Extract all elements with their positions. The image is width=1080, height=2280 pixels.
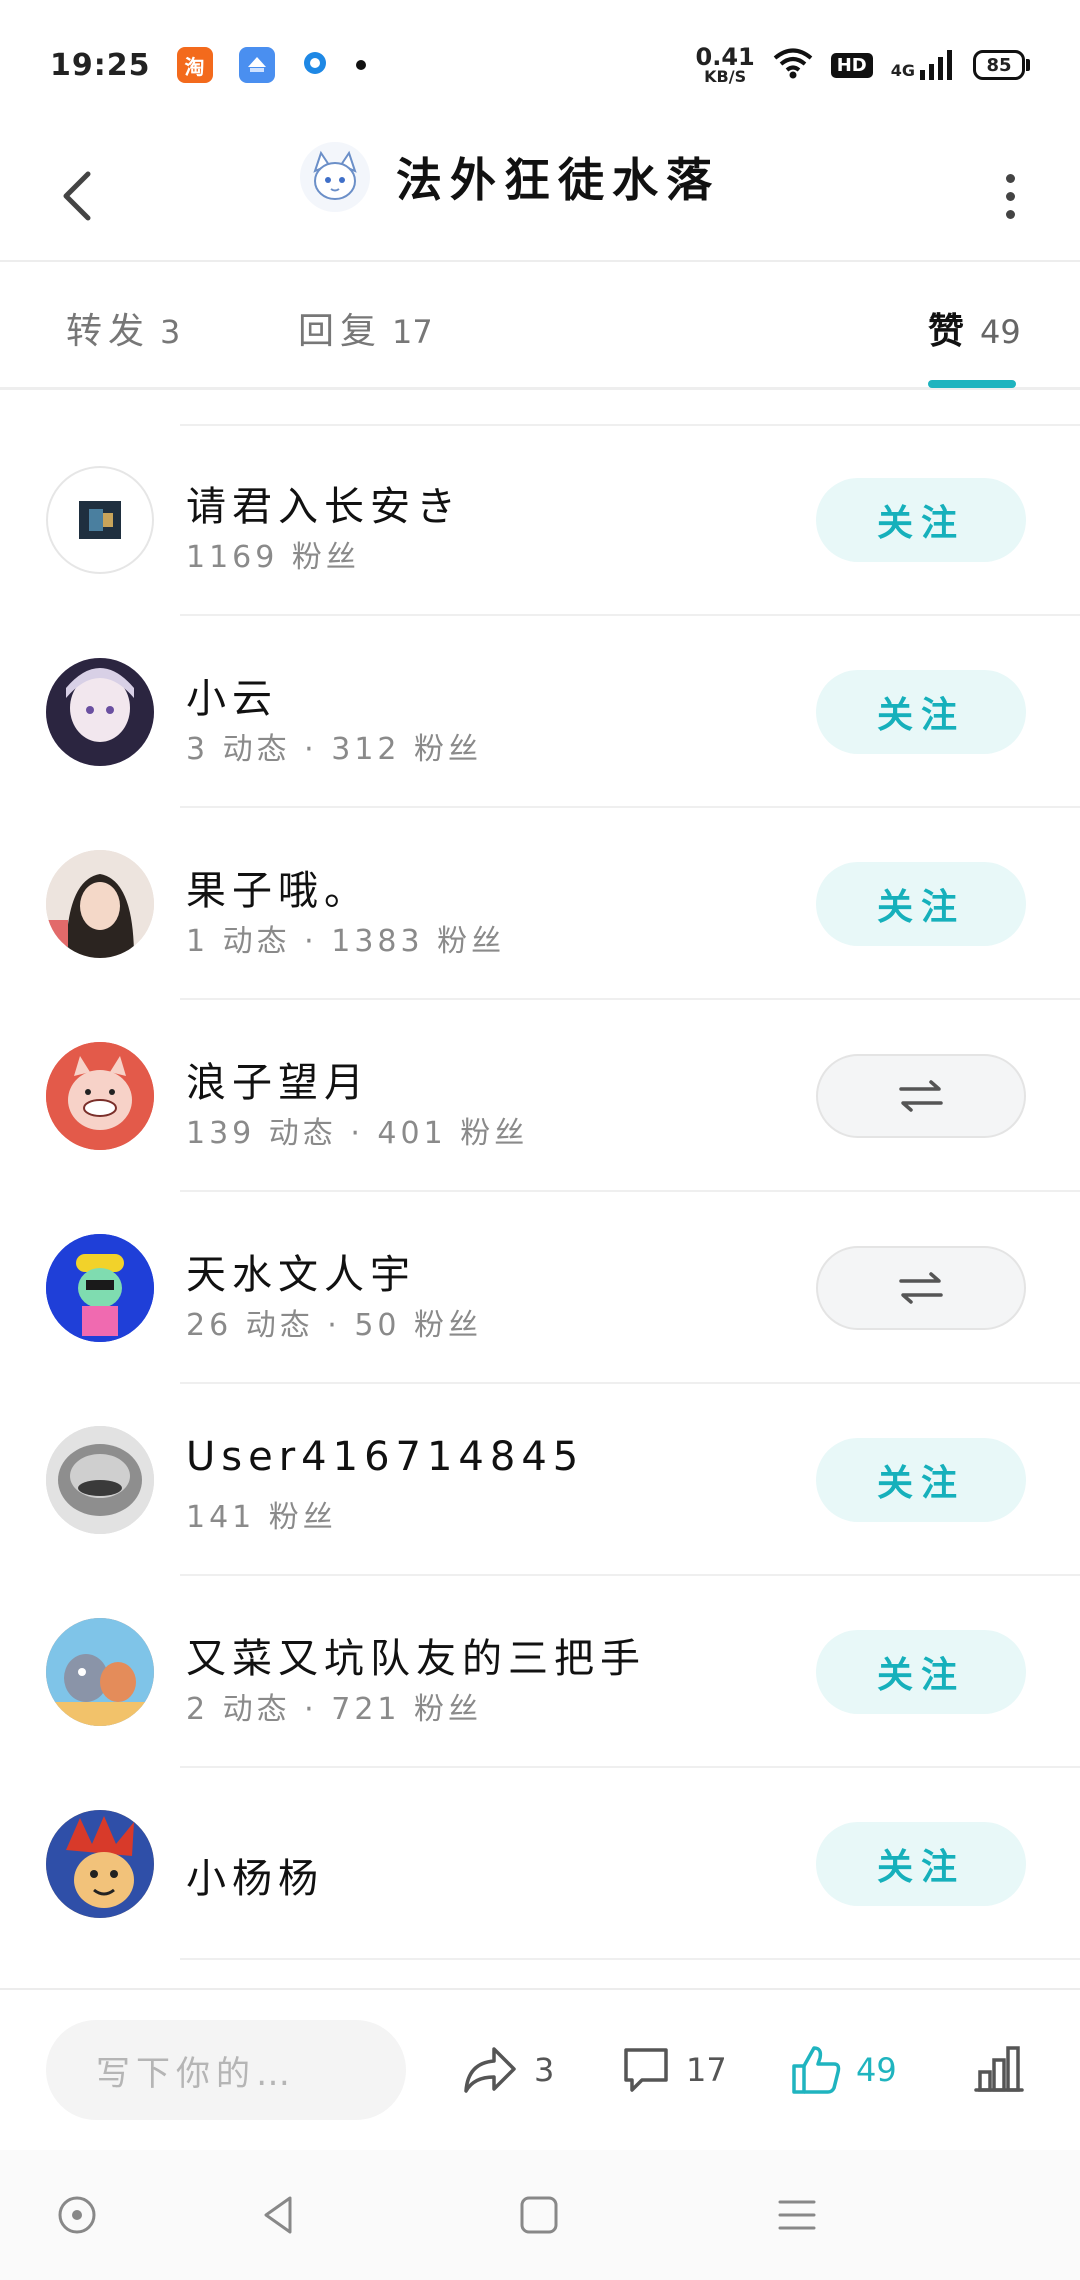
square-home-icon [520, 2196, 558, 2234]
triangle-back-icon [264, 2196, 292, 2234]
stats-button[interactable] [964, 2034, 1034, 2104]
comment-icon [624, 2048, 668, 2092]
list-item[interactable]: 又菜又坑队友的三把手 2 动态 · 721 粉丝 关注 [0, 1576, 1080, 1768]
page-title: 法外狂徒水落 [396, 153, 720, 207]
follow-button[interactable]: 关注 [816, 478, 1026, 562]
reply-button[interactable]: 17 [620, 2030, 727, 2110]
forward-icon [464, 2047, 516, 2093]
list-item[interactable]: User416714845 141 粉丝 关注 [0, 1384, 1080, 1576]
chevron-left-icon [63, 171, 91, 221]
user-name: 天水文人宇 [186, 1252, 416, 1298]
thumbs-up-icon [792, 2046, 841, 2094]
avatar [46, 1810, 154, 1918]
avatar [46, 850, 154, 958]
user-meta: 141 粉丝 [186, 1500, 337, 1535]
back-nav-button[interactable] [246, 2182, 312, 2248]
user-name: User416714845 [186, 1434, 585, 1480]
user-name: 浪子望月 [186, 1060, 370, 1106]
mutual-follow-button[interactable] [816, 1054, 1026, 1138]
tab-likes[interactable]: 赞 49 [928, 302, 1021, 354]
list-item[interactable]: 请君入长安き 1169 粉丝 关注 [0, 424, 1080, 616]
assistant-nav-button[interactable] [44, 2182, 110, 2248]
avatar [46, 1234, 154, 1342]
list-item[interactable]: 小云 3 动态 · 312 粉丝 关注 [0, 616, 1080, 808]
user-name: 小杨杨 [186, 1856, 324, 1902]
avatar [300, 142, 370, 212]
user-meta: 139 动态 · 401 粉丝 [186, 1116, 529, 1151]
menu-lines-icon [778, 2200, 816, 2230]
avatar [46, 1426, 154, 1534]
signal-icon: 4G [891, 50, 955, 80]
follow-button[interactable]: 关注 [816, 1630, 1026, 1714]
more-dot-icon [1005, 173, 1015, 183]
like-button[interactable]: 49 [790, 2030, 897, 2110]
list-item[interactable]: 浪子望月 139 动态 · 401 粉丝 [0, 1000, 1080, 1192]
taobao-icon: 淘 [176, 47, 213, 83]
avatar [46, 1042, 154, 1150]
more-options-button[interactable] [980, 166, 1040, 226]
user-meta: 26 动态 · 50 粉丝 [186, 1308, 483, 1343]
user-meta: 3 动态 · 312 粉丝 [186, 732, 483, 767]
tab-replies[interactable]: 回复 17 [298, 302, 433, 354]
follow-button[interactable]: 关注 [816, 1438, 1026, 1522]
avatar [46, 1618, 154, 1726]
bar-chart-icon [974, 2046, 1024, 2092]
wifi-icon [773, 47, 813, 83]
follow-button[interactable]: 关注 [816, 1822, 1026, 1906]
user-name: 请君入长安き [186, 484, 462, 530]
cat-avatar-icon [313, 150, 357, 200]
list-item[interactable]: 果子哦。 1 动态 · 1383 粉丝 关注 [0, 808, 1080, 1000]
back-button[interactable] [36, 156, 116, 236]
user-name: 小云 [186, 676, 278, 722]
avatar [46, 466, 154, 574]
more-dot-icon [1005, 209, 1015, 219]
bottom-action-bar: 写下你的… 3 17 49 [0, 1988, 1080, 2148]
home-nav-button[interactable] [506, 2182, 572, 2248]
net-speed: 0.41 KB/S [695, 43, 755, 86]
list-item[interactable]: 天水文人宇 26 动态 · 50 粉丝 [0, 1192, 1080, 1384]
forward-button[interactable]: 3 [460, 2030, 554, 2110]
like-count: 49 [856, 2051, 897, 2089]
swap-arrows-icon [899, 1272, 943, 1304]
liker-list: 请君入长安き 1169 粉丝 关注 小云 3 动态 · 312 粉丝 关注 果子… [0, 424, 1080, 1960]
system-nav-bar [0, 2150, 1080, 2280]
user-meta: 1169 粉丝 [186, 540, 360, 575]
tab-bar: 转发 3 回复 17 赞 49 [0, 262, 1080, 390]
title-group[interactable]: 法外狂徒水落 [300, 142, 720, 212]
follow-button[interactable]: 关注 [816, 670, 1026, 754]
menu-nav-button[interactable] [764, 2182, 830, 2248]
user-name: 果子哦。 [186, 868, 370, 914]
avatar [46, 658, 154, 766]
battery-indicator: 85 [973, 50, 1030, 80]
cloud-drive-icon [238, 47, 275, 83]
user-meta: 2 动态 · 721 粉丝 [186, 1692, 483, 1727]
status-bar: 19:25 淘 0.41 KB/S HD 4G 85 [0, 0, 1080, 130]
hd-badge: HD [830, 52, 873, 78]
circle-dot-icon [58, 2196, 96, 2234]
reply-count: 17 [686, 2051, 727, 2089]
tab-active-indicator [928, 380, 1016, 388]
forward-count: 3 [534, 2051, 555, 2089]
more-dot-icon [1005, 191, 1015, 201]
mutual-follow-button[interactable] [816, 1246, 1026, 1330]
follow-button[interactable]: 关注 [816, 862, 1026, 946]
status-time: 19:25 [50, 47, 151, 83]
app-ring-icon [301, 49, 329, 81]
notification-dot-icon [355, 56, 367, 75]
user-meta: 1 动态 · 1383 粉丝 [186, 924, 506, 959]
swap-arrows-icon [899, 1080, 943, 1112]
tab-forward[interactable]: 转发 3 [66, 302, 180, 354]
list-item[interactable]: 小杨杨 关注 [0, 1768, 1080, 1960]
comment-input[interactable]: 写下你的… [46, 2020, 406, 2120]
user-name: 又菜又坑队友的三把手 [186, 1636, 646, 1682]
page-header: 法外狂徒水落 [0, 130, 1080, 262]
